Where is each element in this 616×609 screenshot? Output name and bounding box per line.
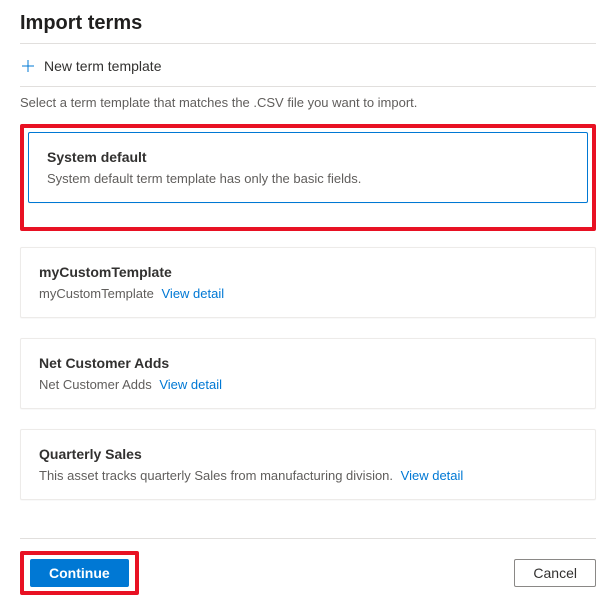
highlight-box-continue: Continue xyxy=(20,551,139,595)
cancel-button[interactable]: Cancel xyxy=(514,559,596,587)
template-desc: This asset tracks quarterly Sales from m… xyxy=(39,468,577,483)
divider xyxy=(20,86,596,87)
template-desc: myCustomTemplate View detail xyxy=(39,286,577,301)
template-card-net-customer[interactable]: Net Customer Adds Net Customer Adds View… xyxy=(20,338,596,409)
template-card-quarterly[interactable]: Quarterly Sales This asset tracks quarte… xyxy=(20,429,596,500)
template-desc-text: This asset tracks quarterly Sales from m… xyxy=(39,468,393,483)
view-detail-link[interactable]: View detail xyxy=(401,468,464,483)
page-title: Import terms xyxy=(20,12,596,35)
template-title: Net Customer Adds xyxy=(39,355,577,371)
template-desc-text: Net Customer Adds xyxy=(39,377,152,392)
template-desc: System default term template has only th… xyxy=(47,171,569,186)
instruction-text: Select a term template that matches the … xyxy=(20,95,596,110)
divider xyxy=(20,43,596,44)
continue-button[interactable]: Continue xyxy=(30,559,129,587)
template-desc: Net Customer Adds View detail xyxy=(39,377,577,392)
template-title: System default xyxy=(47,149,569,165)
highlight-box-selected-template: System default System default term templ… xyxy=(20,124,596,231)
template-title: Quarterly Sales xyxy=(39,446,577,462)
footer-bar: Continue Cancel xyxy=(20,538,596,595)
view-detail-link[interactable]: View detail xyxy=(162,286,225,301)
new-term-template-label: New term template xyxy=(44,58,161,74)
template-title: myCustomTemplate xyxy=(39,264,577,280)
plus-icon xyxy=(20,58,36,74)
template-card-custom[interactable]: myCustomTemplate myCustomTemplate View d… xyxy=(20,247,596,318)
template-card-system-default[interactable]: System default System default term templ… xyxy=(28,132,588,203)
template-desc-text: myCustomTemplate xyxy=(39,286,154,301)
view-detail-link[interactable]: View detail xyxy=(159,377,222,392)
new-term-template-button[interactable]: New term template xyxy=(20,52,596,80)
